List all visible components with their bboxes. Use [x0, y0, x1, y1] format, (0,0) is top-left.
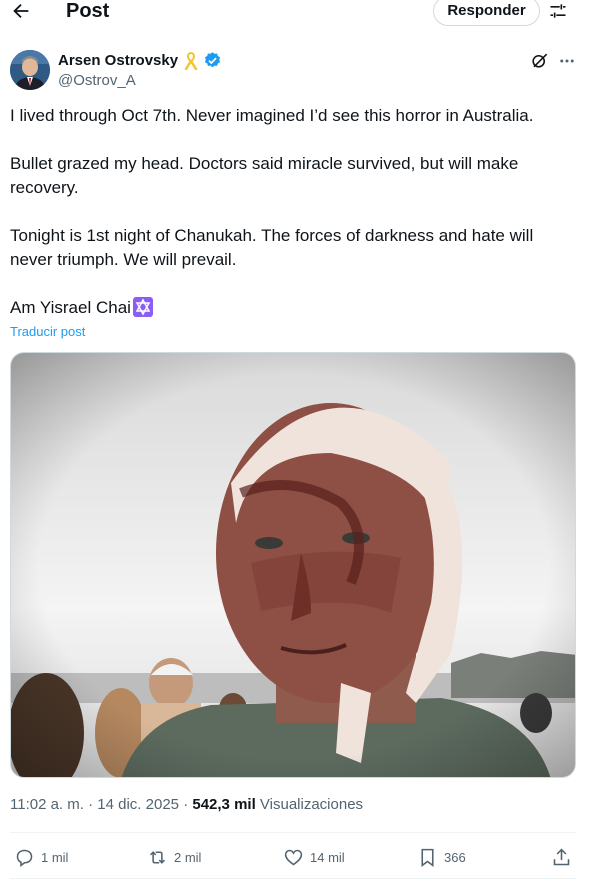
like-action[interactable]: 14 mil — [283, 846, 345, 868]
reply-icon — [16, 849, 33, 867]
action-bar: 1 mil 2 mil 14 mil 366 — [0, 840, 591, 874]
more-dots-icon[interactable] — [558, 52, 576, 70]
divider — [10, 878, 576, 879]
tweet-image[interactable] — [10, 352, 576, 778]
like-count: 14 mil — [310, 849, 345, 865]
photo-injured-man — [11, 353, 575, 777]
share-action[interactable] — [551, 846, 578, 868]
views-label: Visualizaciones — [259, 796, 364, 813]
yellow-ribbon-icon — [184, 52, 198, 70]
meta-separator: · — [183, 796, 189, 813]
grok-icon[interactable] — [530, 51, 549, 70]
sliders-icon[interactable] — [548, 1, 568, 21]
reply-count: 1 mil — [41, 849, 69, 865]
heart-icon — [284, 849, 303, 865]
author-name[interactable]: Arsen Ostrovsky — [58, 52, 178, 70]
post-time[interactable]: 11:02 a. m. — [10, 796, 84, 813]
repost-action[interactable]: 2 mil — [147, 846, 201, 868]
divider — [10, 832, 576, 833]
repost-count: 2 mil — [174, 849, 202, 865]
back-arrow-icon[interactable] — [10, 0, 32, 22]
repost-icon — [149, 850, 166, 864]
top-bar: Post Responder — [0, 0, 591, 26]
bookmark-action[interactable]: 366 — [417, 846, 466, 868]
post-date[interactable]: 14 dic. 2025 — [97, 796, 179, 813]
translate-post-link[interactable]: Traducir post — [10, 324, 85, 340]
star-of-david-icon — [132, 297, 153, 317]
meta-separator: · — [88, 796, 94, 813]
reply-button[interactable]: Responder — [433, 0, 540, 26]
page-title: Post — [66, 0, 110, 22]
bookmark-count: 366 — [444, 849, 466, 865]
author-handle[interactable]: @Ostrov_A — [58, 72, 136, 90]
avatar-portrait-icon — [10, 50, 50, 90]
views-count: 542,3 mil — [192, 796, 256, 813]
post-meta: 11:02 a. m. · 14 dic. 2025 · 542,3 mil V… — [10, 796, 363, 814]
tweet-paragraph: Bullet grazed my head. Doctors said mira… — [10, 154, 524, 197]
tweet-paragraph-text: Am Yisrael Chai — [10, 298, 131, 317]
reply-action[interactable]: 1 mil — [14, 846, 68, 868]
tweet-paragraph: I lived through Oct 7th. Never imagined … — [10, 106, 534, 125]
verified-badge-icon — [204, 52, 221, 68]
tweet-paragraph: Tonight is 1st night of Chanukah. The fo… — [10, 226, 538, 269]
tweet-paragraph-last: Am Yisrael Chai — [10, 296, 570, 320]
bookmark-icon — [421, 848, 434, 867]
share-icon — [553, 848, 570, 865]
avatar[interactable] — [10, 50, 50, 90]
tweet-text: I lived through Oct 7th. Never imagined … — [10, 104, 570, 320]
